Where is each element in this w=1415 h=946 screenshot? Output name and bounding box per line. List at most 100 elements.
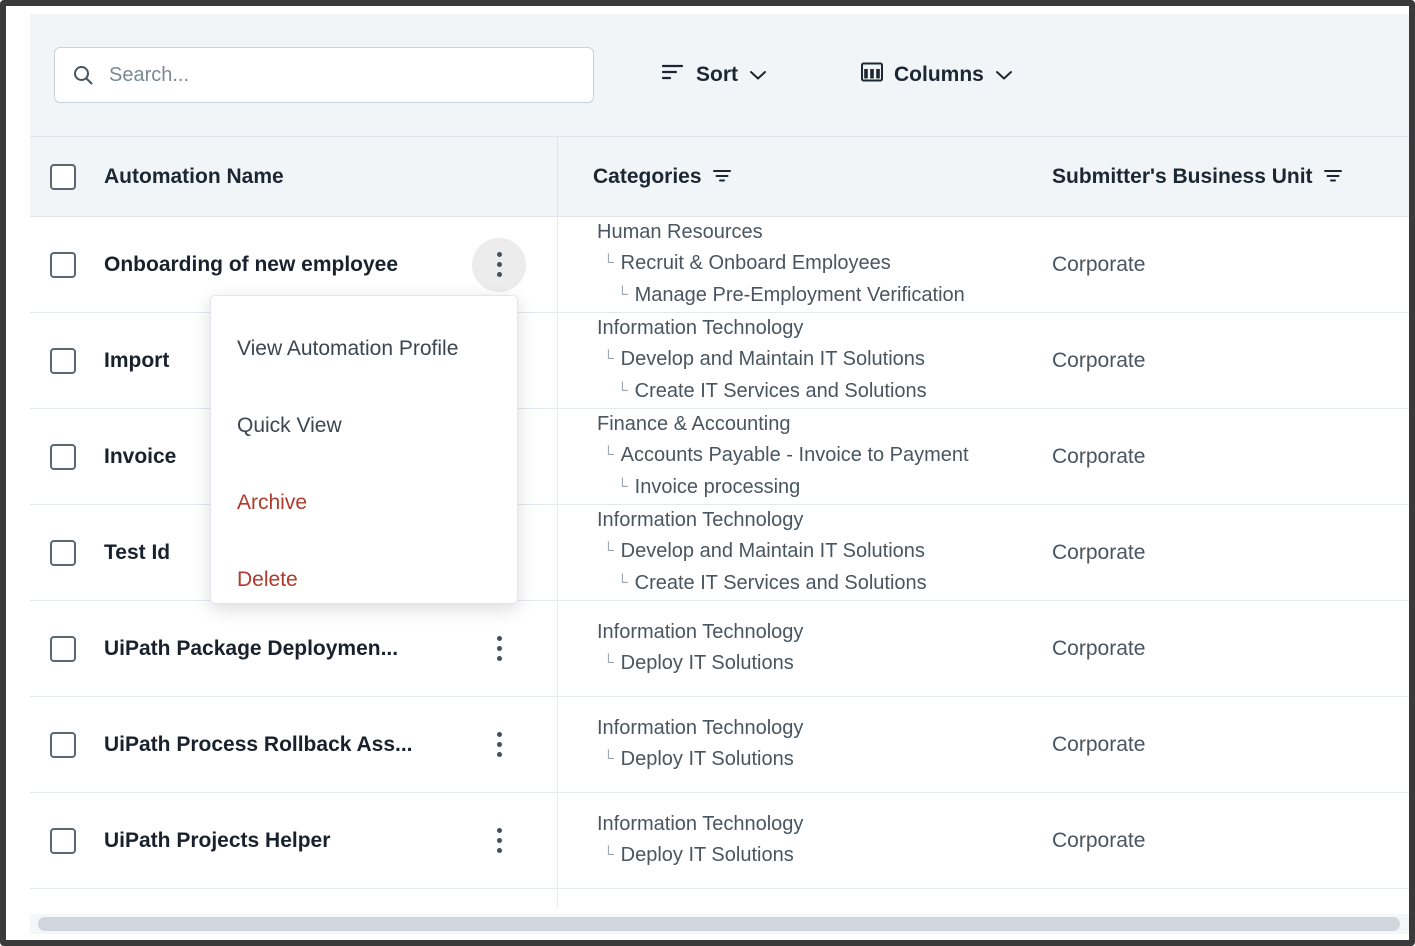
table-toolbar: Sort Columns bbox=[30, 14, 1409, 136]
table-row[interactable]: UiPath Process Rollback Ass... Informatio… bbox=[30, 697, 1409, 793]
horizontal-scrollbar-thumb[interactable] bbox=[38, 917, 1400, 931]
cell-categories: Finance & Accounting └ Accounts Payable - … bbox=[558, 409, 1040, 504]
category-line: Finance & Accounting bbox=[593, 409, 790, 440]
tree-corner-icon: └ bbox=[603, 350, 614, 367]
tree-corner-icon: └ bbox=[617, 478, 628, 495]
column-header-label: Automation Name bbox=[104, 164, 284, 188]
tree-corner-icon: └ bbox=[617, 574, 628, 591]
columns-icon bbox=[861, 61, 883, 89]
tree-corner-icon: └ bbox=[617, 382, 628, 399]
category-label: Human Resources bbox=[597, 221, 763, 243]
table-header-row: Automation Name Categories Submitter's B… bbox=[30, 136, 1409, 217]
sort-button-label: Sort bbox=[696, 63, 738, 86]
column-header-business-unit[interactable]: Submitter's Business Unit bbox=[1040, 137, 1409, 216]
context-menu-item[interactable]: View Automation Profile bbox=[211, 310, 517, 387]
cell-business-unit: Corporate bbox=[1040, 793, 1409, 888]
category-label: Accounts Payable - Invoice to Payment bbox=[620, 444, 969, 466]
category-label: Develop and Maintain IT Solutions bbox=[620, 348, 925, 370]
category-line: Human Resources bbox=[593, 217, 763, 248]
columns-button[interactable]: Columns bbox=[853, 55, 1021, 95]
table-row[interactable]: UiPath Projects Helper Information Techno… bbox=[30, 793, 1409, 889]
category-line: └ Invoice processing bbox=[593, 472, 800, 504]
cell-business-unit: Corporate bbox=[1040, 505, 1409, 600]
category-label: Information Technology bbox=[597, 717, 804, 739]
row-menu-button[interactable] bbox=[486, 636, 512, 662]
cell-automation-name: UiPath Process Rollback Ass... bbox=[30, 697, 558, 792]
column-header-label: Submitter's Business Unit bbox=[1052, 164, 1313, 188]
business-unit-label: Corporate bbox=[1052, 828, 1146, 852]
cell-categories: Sales and Marketing└Understand markets, … bbox=[558, 889, 1040, 908]
row-checkbox[interactable] bbox=[50, 443, 76, 470]
automation-name-label: Onboarding of new employee bbox=[104, 252, 399, 276]
category-label: Deploy IT Solutions bbox=[620, 652, 794, 674]
category-line: └ Deploy IT Solutions bbox=[593, 648, 794, 680]
column-header-automation-name[interactable]: Automation Name bbox=[30, 137, 558, 216]
category-line: └ Deploy IT Solutions bbox=[593, 840, 794, 872]
row-checkbox[interactable] bbox=[50, 251, 76, 278]
category-line: Information Technology bbox=[593, 713, 803, 744]
category-line: └ Develop and Maintain IT Solutions bbox=[593, 536, 925, 568]
column-header-categories[interactable]: Categories bbox=[558, 137, 1040, 216]
context-menu-item-label: Quick View bbox=[237, 413, 342, 437]
row-context-menu: View Automation Profile Quick View Archive… bbox=[210, 295, 518, 604]
tree-corner-icon: └ bbox=[603, 542, 614, 559]
category-line: └ Develop and Maintain IT Solutions bbox=[593, 344, 925, 376]
category-line: └ Create IT Services and Solutions bbox=[593, 568, 927, 600]
cell-business-unit: Corporate bbox=[1040, 697, 1409, 792]
business-unit-label: Corporate bbox=[1052, 636, 1146, 660]
select-all-checkbox[interactable] bbox=[50, 163, 76, 190]
category-label: Create IT Services and Solutions bbox=[634, 572, 927, 594]
row-checkbox[interactable] bbox=[50, 731, 76, 758]
cell-business-unit: Corporate bbox=[1040, 889, 1409, 908]
category-line: Information Technology bbox=[593, 617, 803, 648]
filter-icon[interactable] bbox=[712, 165, 732, 189]
category-label: Information Technology bbox=[597, 317, 804, 339]
cell-automation-name: UiPath Use Case Creator bbox=[30, 889, 558, 908]
filter-icon[interactable] bbox=[1323, 165, 1343, 189]
tree-corner-icon: └ bbox=[617, 286, 628, 303]
row-menu-button[interactable] bbox=[486, 732, 512, 758]
cell-business-unit: Corporate bbox=[1040, 601, 1409, 696]
category-line: Sales and Marketing bbox=[593, 905, 779, 908]
category-line: └ Deploy IT Solutions bbox=[593, 744, 794, 776]
cell-categories: Information Technology └ Deploy IT Solutio… bbox=[558, 697, 1040, 792]
category-line: └ Create IT Services and Solutions bbox=[593, 376, 927, 408]
category-label: Information Technology bbox=[597, 509, 804, 531]
category-label: Information Technology bbox=[597, 621, 804, 643]
row-menu-button[interactable] bbox=[486, 828, 512, 854]
tree-corner-icon: └ bbox=[603, 846, 614, 863]
cell-categories: Information Technology └ Develop and Maint… bbox=[558, 313, 1040, 408]
category-label: Recruit & Onboard Employees bbox=[620, 252, 891, 274]
cell-business-unit: Corporate bbox=[1040, 217, 1409, 312]
row-checkbox[interactable] bbox=[50, 635, 76, 662]
cell-categories: Information Technology └ Deploy IT Solutio… bbox=[558, 601, 1040, 696]
context-menu-item-label: Archive bbox=[237, 490, 308, 514]
category-line: └ Manage Pre-Employment Verification bbox=[593, 280, 965, 312]
business-unit-label: Corporate bbox=[1052, 348, 1146, 372]
tree-corner-icon: └ bbox=[603, 446, 614, 463]
table-row[interactable]: UiPath Use Case CreatorSales and Marketi… bbox=[30, 889, 1409, 908]
sort-icon bbox=[661, 63, 685, 87]
tree-corner-icon: └ bbox=[603, 750, 614, 767]
context-menu-item[interactable]: Delete bbox=[211, 541, 517, 618]
category-line: Information Technology bbox=[593, 809, 803, 840]
search-box[interactable] bbox=[54, 47, 594, 103]
business-unit-label: Corporate bbox=[1052, 444, 1146, 468]
sort-button[interactable]: Sort bbox=[654, 57, 775, 93]
category-label: Deploy IT Solutions bbox=[620, 844, 794, 866]
cell-categories: Human Resources └ Recruit & Onboard Employ… bbox=[558, 217, 1040, 312]
row-checkbox[interactable] bbox=[50, 827, 76, 854]
category-line: └ Accounts Payable - Invoice to Payment bbox=[593, 440, 969, 472]
chevron-down-icon bbox=[749, 63, 767, 87]
cell-business-unit: Corporate bbox=[1040, 313, 1409, 408]
cell-business-unit: Corporate bbox=[1040, 409, 1409, 504]
automation-name-label: UiPath Projects Helper bbox=[104, 828, 331, 852]
context-menu-item[interactable]: Quick View bbox=[211, 387, 517, 464]
category-label: Create IT Services and Solutions bbox=[634, 380, 927, 402]
row-checkbox[interactable] bbox=[50, 539, 76, 566]
row-checkbox[interactable] bbox=[50, 347, 76, 374]
context-menu-item[interactable]: Archive bbox=[211, 464, 517, 541]
search-input[interactable] bbox=[109, 48, 577, 102]
business-unit-label: Corporate bbox=[1052, 252, 1146, 276]
row-menu-button[interactable] bbox=[472, 237, 526, 292]
